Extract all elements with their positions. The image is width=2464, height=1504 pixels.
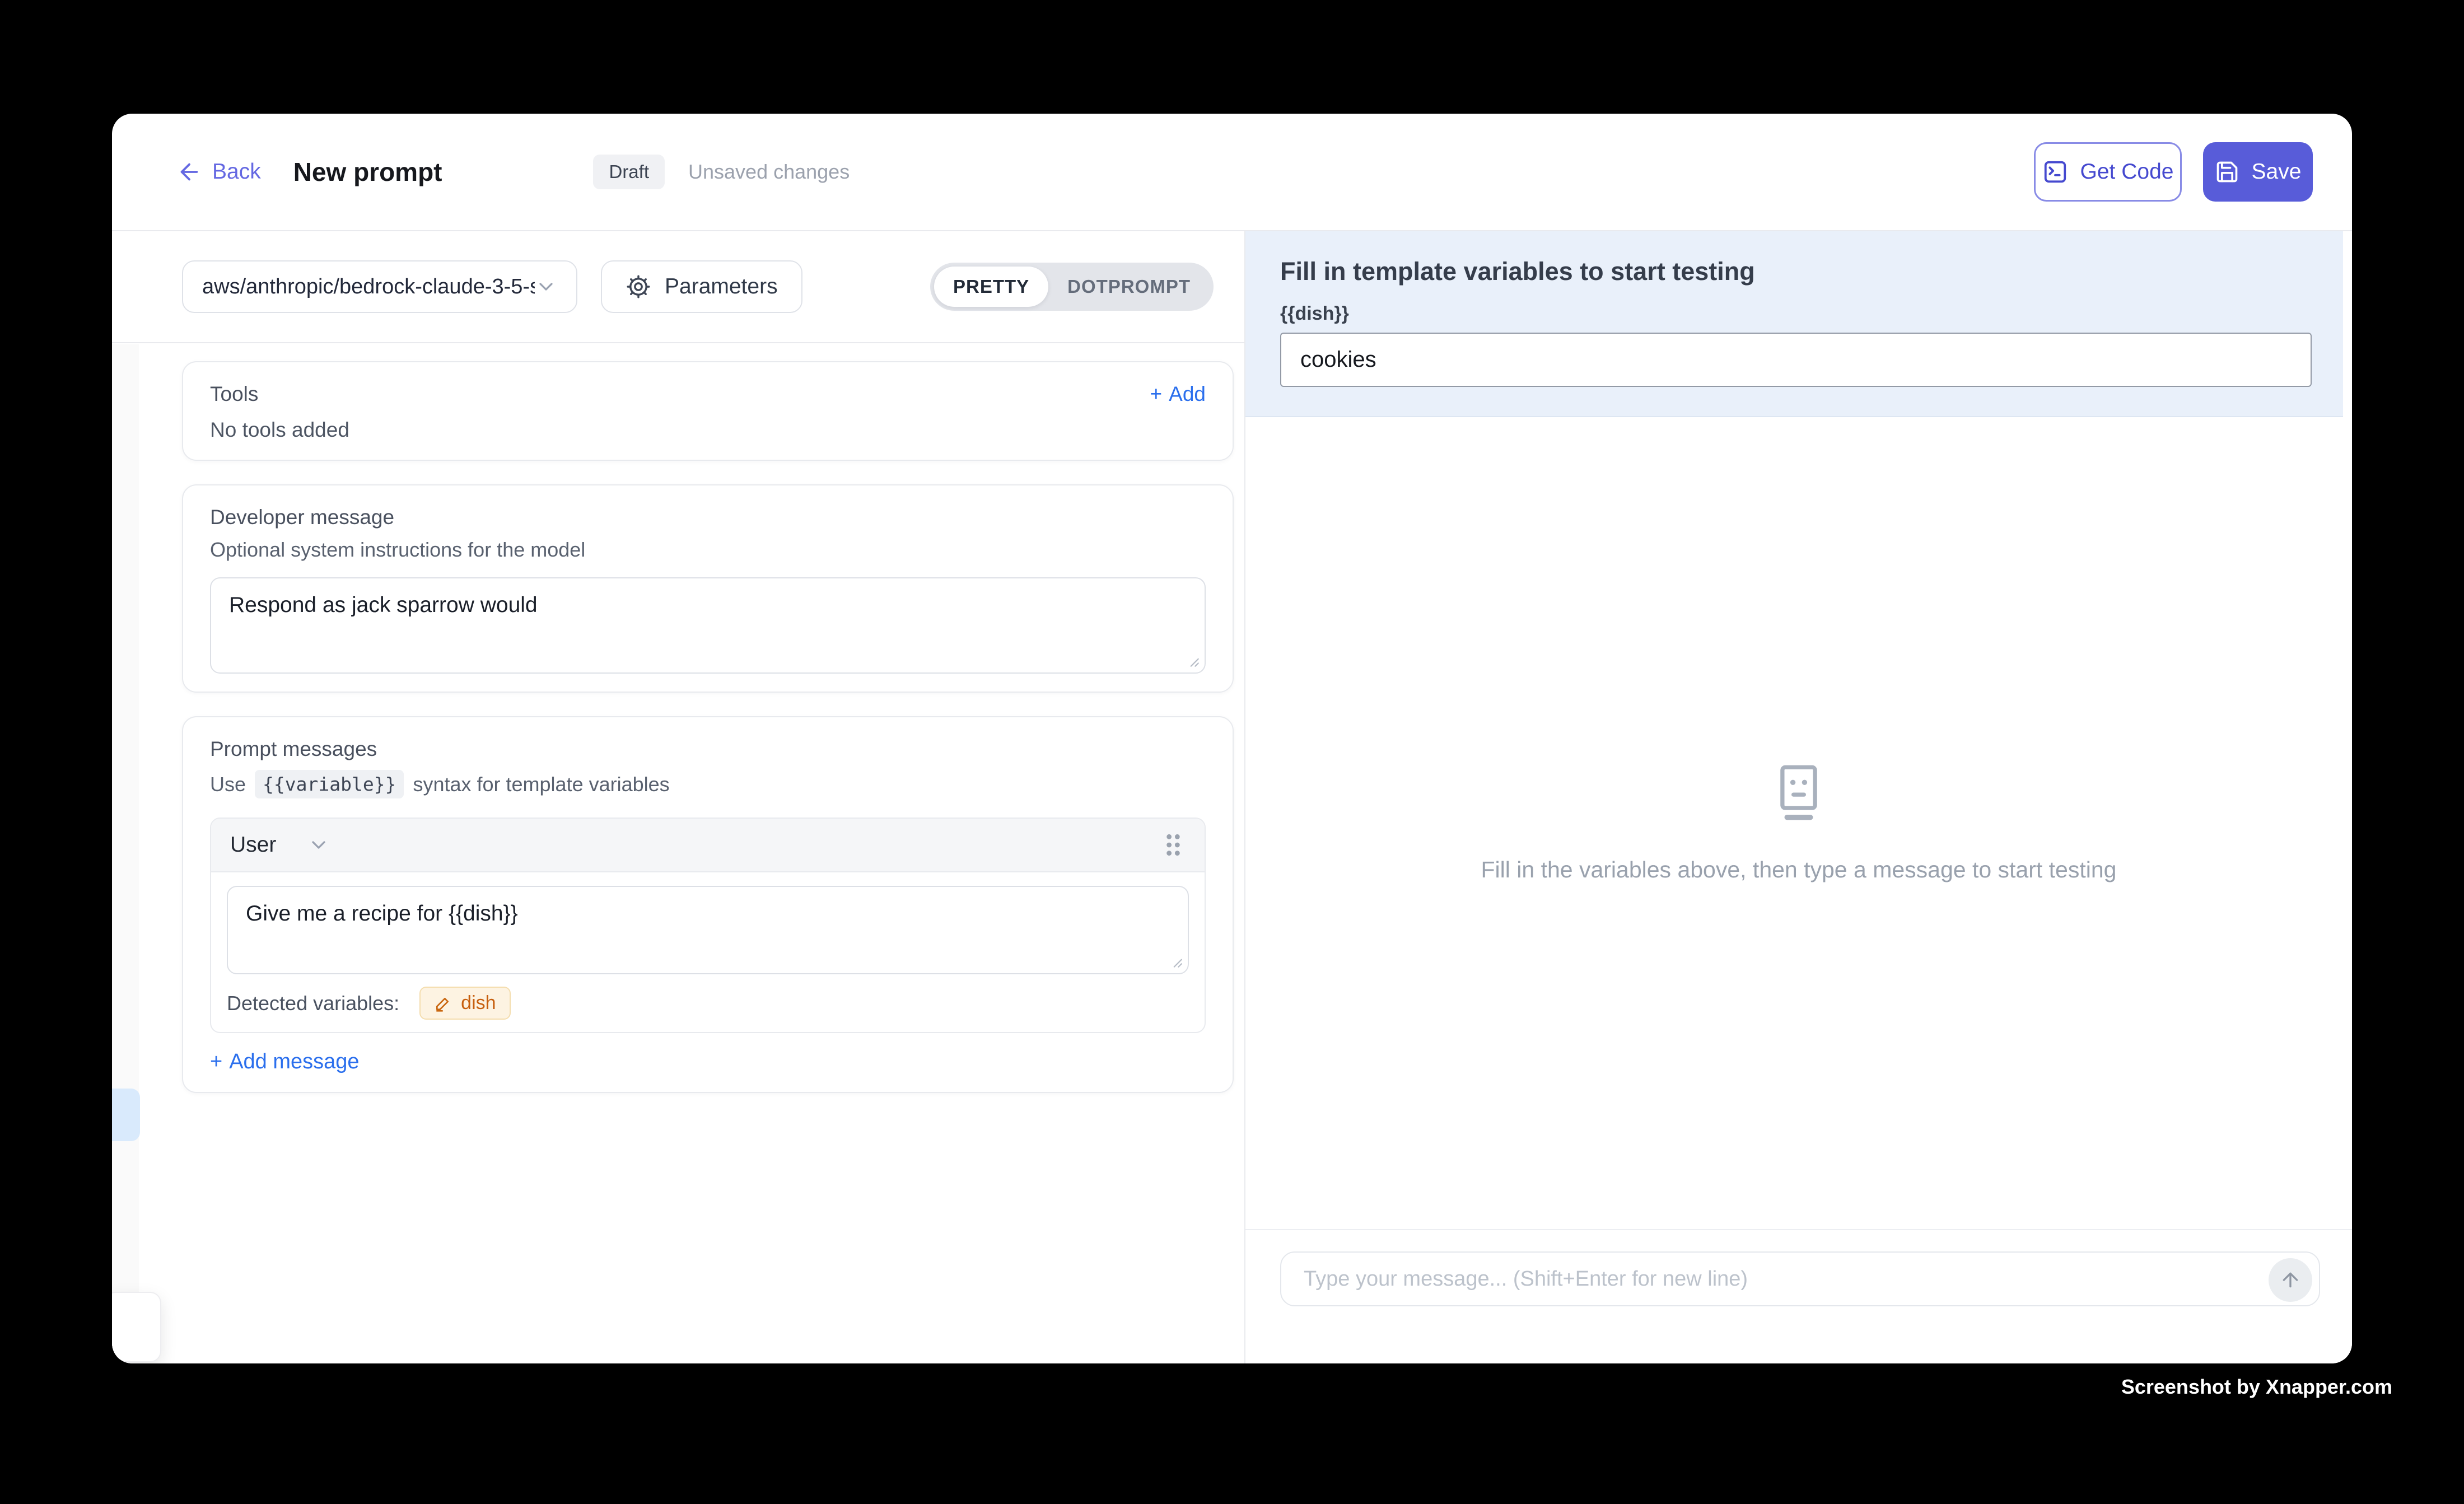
clipped-sidebar-strip (112, 344, 139, 1293)
save-button[interactable]: Save (2203, 142, 2313, 202)
plus-icon: + (1150, 382, 1163, 406)
detected-variables-label: Detected variables: (227, 992, 399, 1015)
header: Back New prompt Draft Unsaved changes Ge… (112, 114, 2352, 231)
view-mode-toggle: PRETTY DOTPROMPT (930, 263, 1214, 311)
message-header: User (211, 819, 1205, 872)
editor-cards: Tools + Add No tools added Developer mes… (112, 343, 1234, 1093)
add-tool-label: Add (1169, 382, 1206, 406)
model-select-value: aws/anthropic/bedrock-claude-3-5-s... (202, 275, 535, 299)
save-label: Save (2252, 160, 2302, 184)
model-bar: aws/anthropic/bedrock-claude-3-5-s... Pa… (112, 231, 1244, 343)
variable-chip-label: dish (461, 992, 496, 1014)
toggle-pretty[interactable]: PRETTY (934, 267, 1048, 307)
tools-empty-text: No tools added (210, 418, 1206, 442)
chat-input-container (1280, 1251, 2320, 1306)
gear-icon (626, 274, 651, 300)
hint-prefix: Use (210, 773, 246, 796)
template-variables-section: Fill in template variables to start test… (1245, 231, 2343, 417)
get-code-button[interactable]: Get Code (2034, 142, 2182, 202)
arrow-up-icon (2279, 1269, 2302, 1291)
variable-code-chip: {{variable}} (255, 770, 404, 798)
prompt-messages-title: Prompt messages (210, 737, 1206, 761)
add-message-label: Add message (229, 1050, 359, 1074)
unsaved-changes-label: Unsaved changes (688, 160, 850, 184)
variables-heading: Fill in template variables to start test… (1280, 257, 2312, 286)
status-badge: Draft (593, 155, 665, 189)
model-select[interactable]: aws/anthropic/bedrock-claude-3-5-s... (182, 260, 577, 313)
role-select[interactable]: User (230, 833, 330, 857)
parameters-button[interactable]: Parameters (601, 260, 802, 313)
variable-chip-dish[interactable]: dish (419, 987, 510, 1020)
message-block: User Give me a (210, 818, 1206, 1033)
hint-suffix: syntax for template variables (413, 773, 669, 796)
drag-handle-icon[interactable] (1161, 830, 1186, 860)
back-button[interactable]: Back (176, 159, 261, 185)
message-body: Give me a recipe for {{dish}} Detected v… (211, 872, 1205, 1032)
robot-face-icon (1770, 764, 1828, 822)
add-message-button[interactable]: + Add message (210, 1050, 1206, 1074)
toggle-dotprompt[interactable]: DOTPROMPT (1048, 267, 1210, 307)
page-title: New prompt (293, 157, 442, 187)
tools-title: Tools (210, 382, 258, 406)
parameters-label: Parameters (665, 274, 778, 299)
chevron-down-icon (307, 834, 330, 856)
variable-dish-input[interactable] (1280, 333, 2312, 387)
chevron-down-icon (535, 275, 557, 298)
main-split: aws/anthropic/bedrock-claude-3-5-s... Pa… (112, 231, 2352, 1363)
editor-pane: aws/anthropic/bedrock-claude-3-5-s... Pa… (112, 231, 1245, 1363)
message-content-input[interactable]: Give me a recipe for {{dish}} (228, 887, 1188, 973)
terminal-icon (2042, 159, 2068, 185)
arrow-left-icon (176, 159, 202, 185)
chat-empty-text: Fill in the variables above, then type a… (1481, 857, 2117, 883)
plus-icon: + (210, 1050, 222, 1074)
developer-message-card: Developer message Optional system instru… (182, 484, 1234, 693)
app-window: Back New prompt Draft Unsaved changes Ge… (112, 114, 2352, 1363)
developer-message-input[interactable]: Respond as jack sparrow would (211, 578, 1205, 672)
send-button[interactable] (2269, 1258, 2312, 1302)
add-tool-button[interactable]: + Add (1150, 382, 1206, 406)
clipped-nav-highlight (112, 1089, 140, 1141)
resize-handle-icon[interactable] (1186, 653, 1200, 668)
variable-syntax-hint: Use {{variable}} syntax for template var… (210, 770, 1206, 798)
back-label: Back (212, 160, 261, 184)
prompt-messages-card: Prompt messages Use {{variable}} syntax … (182, 716, 1234, 1093)
detected-variables-row: Detected variables: dish (227, 987, 1189, 1020)
chat-input-row (1245, 1229, 2352, 1363)
developer-message-subtitle: Optional system instructions for the mod… (210, 538, 1206, 562)
role-select-value: User (230, 833, 276, 857)
resize-handle-icon[interactable] (1169, 954, 1183, 969)
pencil-icon (434, 994, 452, 1012)
save-icon (2215, 160, 2239, 184)
chat-empty-state: Fill in the variables above, then type a… (1245, 417, 2352, 1229)
chat-message-input[interactable] (1281, 1267, 2319, 1291)
tools-card: Tools + Add No tools added (182, 361, 1234, 461)
test-panel: Fill in template variables to start test… (1245, 231, 2352, 1363)
variable-dish-label: {{dish}} (1280, 303, 2312, 325)
clipped-floating-card (112, 1292, 161, 1362)
watermark: Screenshot by Xnapper.com (2121, 1375, 2392, 1399)
get-code-label: Get Code (2080, 160, 2174, 184)
developer-message-title: Developer message (210, 506, 1206, 529)
